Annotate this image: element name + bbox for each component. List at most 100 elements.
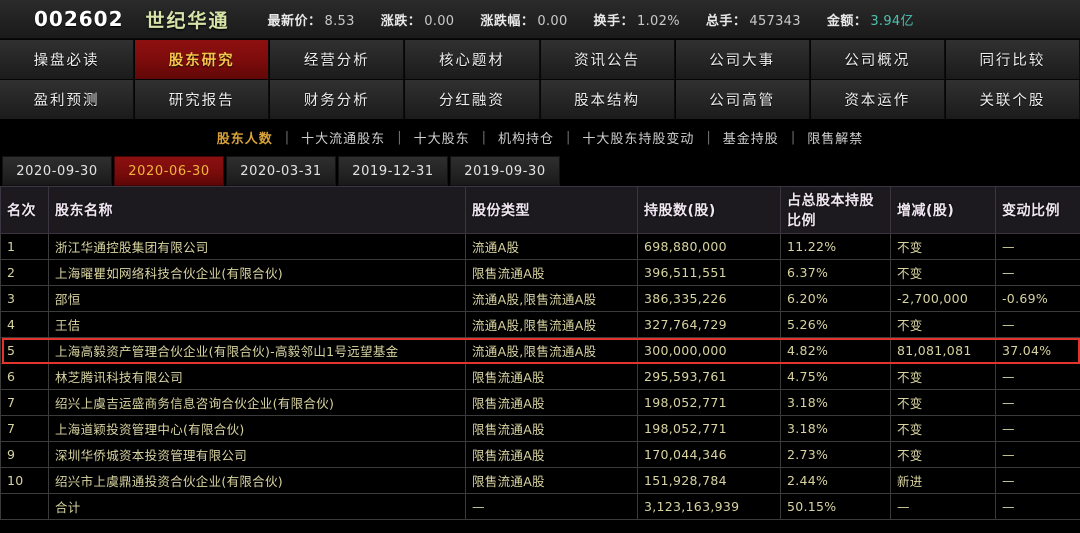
cell-pct: 11.22% <box>780 233 891 260</box>
cell-rank: 10 <box>0 467 49 494</box>
cell-rank: 2 <box>0 259 49 286</box>
sub-nav-item-3[interactable]: 机构持仓 <box>492 128 560 147</box>
table-row[interactable]: 5 上海高毅资产管理合伙企业(有限合伙)-高毅邻山1号远望基金 流通A股,限售流通A… <box>0 337 1080 364</box>
nav-item-5[interactable]: 公司大事 <box>675 40 810 79</box>
sub-nav-item-2[interactable]: 十大股东 <box>408 128 476 147</box>
cell-change: — <box>995 493 1080 520</box>
nav-item-1[interactable]: 股东研究 <box>135 40 270 79</box>
column-header-4[interactable]: 占总股本持股比例 <box>780 186 891 234</box>
table-row[interactable]: 10 绍兴市上虞鼎通投资合伙企业(有限合伙) 限售流通A股 151,928,784 2.… <box>0 467 1080 494</box>
cell-shares: 170,044,346 <box>637 441 781 468</box>
cell-rank: 7 <box>0 389 49 416</box>
date-tab-3[interactable]: 2019-12-31 <box>338 156 448 186</box>
cell-pct: 6.37% <box>780 259 891 286</box>
date-tab-0[interactable]: 2020-09-30 <box>2 156 112 186</box>
nav-item-0[interactable]: 操盘必读 <box>0 40 135 79</box>
cell-delta: 不变 <box>890 363 996 390</box>
cell-rank: 3 <box>0 285 49 312</box>
cell-change: — <box>995 389 1080 416</box>
cell-delta: 81,081,081 <box>890 337 996 364</box>
cell-pct: 6.20% <box>780 285 891 312</box>
quote-field: 涨跌幅： 0.00 <box>480 10 567 29</box>
table-row[interactable]: 合计 —3,123,163,939 50.15% — — <box>0 493 1080 520</box>
quote-fields: 最新价： 8.53 涨跌： 0.00 涨跌幅： 0.00 换手： 1.02% 总手： 457343… <box>256 10 1080 29</box>
table-row[interactable]: 7 上海道颖投资管理中心(有限合伙) 限售流通A股 198,052,771 3.18% 不… <box>0 415 1080 442</box>
cell-delta: — <box>890 493 996 520</box>
sub-nav-items: 股东人数 | 十大流通股东 | 十大股东 | 机构持仓 | 十大股东持股变动 | 基金持股 | 限售解禁 <box>211 128 869 147</box>
nav-item-7[interactable]: 同行比较 <box>945 40 1080 79</box>
cell-name: 王佶 <box>48 311 466 338</box>
cell-type: — <box>465 493 638 520</box>
table-row[interactable]: 6 林芝腾讯科技有限公司 限售流通A股 295,593,761 4.75% 不变 — <box>0 363 1080 390</box>
cell-change: -0.69% <box>995 285 1080 312</box>
cell-type: 限售流通A股 <box>465 415 638 442</box>
cell-pct: 4.75% <box>780 363 891 390</box>
cell-rank: 4 <box>0 311 49 338</box>
cell-type: 限售流通A股 <box>465 467 638 494</box>
nav-item-9[interactable]: 研究报告 <box>135 80 270 119</box>
cell-pct: 3.18% <box>780 415 891 442</box>
nav-item-15[interactable]: 关联个股 <box>945 80 1080 119</box>
cell-name: 绍兴上虞吉运盛商务信息咨询合伙企业(有限合伙) <box>48 389 466 416</box>
cell-pct: 50.15% <box>780 493 891 520</box>
report-date-tabs: 2020-09-30 2020-06-30 2020-03-31 2019-12-31… <box>0 156 1080 186</box>
table-row[interactable]: 3 邵恒 流通A股,限售流通A股 386,335,226 6.20% -2,700,000… <box>0 285 1080 312</box>
sub-nav-separator: | <box>790 130 796 145</box>
table-row[interactable]: 2 上海曜瞿如网络科技合伙企业(有限合伙) 限售流通A股 396,511,551 6.3… <box>0 259 1080 286</box>
column-header-2[interactable]: 股份类型 <box>465 186 638 234</box>
table-body: 1 浙江华通控股集团有限公司 流通A股 698,880,000 11.22% 不变 —2 上海… <box>0 233 1080 520</box>
cell-type: 流通A股,限售流通A股 <box>465 311 638 338</box>
quote-field-label: 涨跌幅： <box>480 13 535 29</box>
sub-nav-item-5[interactable]: 基金持股 <box>717 128 785 147</box>
column-header-6[interactable]: 变动比例 <box>995 186 1080 234</box>
cell-name: 浙江华通控股集团有限公司 <box>48 233 466 260</box>
nav-item-14[interactable]: 资本运作 <box>810 80 945 119</box>
nav-item-2[interactable]: 经营分析 <box>270 40 405 79</box>
cell-shares: 327,764,729 <box>637 311 781 338</box>
nav-item-13[interactable]: 公司高管 <box>675 80 810 119</box>
date-tab-4[interactable]: 2019-09-30 <box>450 156 560 186</box>
cell-type: 流通A股 <box>465 233 638 260</box>
cell-pct: 5.26% <box>780 311 891 338</box>
nav-item-11[interactable]: 分红融资 <box>405 80 540 119</box>
table-row[interactable]: 7 绍兴上虞吉运盛商务信息咨询合伙企业(有限合伙) 限售流通A股 198,052,77… <box>0 389 1080 416</box>
table-row[interactable]: 1 浙江华通控股集团有限公司 流通A股 698,880,000 11.22% 不变 — <box>0 233 1080 260</box>
cell-change: — <box>995 441 1080 468</box>
nav-item-3[interactable]: 核心题材 <box>405 40 540 79</box>
stock-research-page: 002602 世纪华通 最新价： 8.53 涨跌： 0.00 涨跌幅： 0.00 换手： 1.… <box>0 0 1080 533</box>
column-header-0[interactable]: 名次 <box>0 186 49 234</box>
nav-item-6[interactable]: 公司概况 <box>810 40 945 79</box>
cell-name: 邵恒 <box>48 285 466 312</box>
column-header-3[interactable]: 持股数(股) <box>637 186 781 234</box>
date-tab-1[interactable]: 2020-06-30 <box>114 156 224 186</box>
top-holders-table: 名次 股东名称 股份类型 持股数(股) 占总股本持股比例 增减(股) 变动比例 1 浙江华通控… <box>0 186 1080 520</box>
date-tab-2[interactable]: 2020-03-31 <box>226 156 336 186</box>
table-row[interactable]: 9 深圳华侨城资本投资管理有限公司 限售流通A股 170,044,346 2.73% 不变… <box>0 441 1080 468</box>
sub-nav-separator: | <box>566 130 571 145</box>
quote-field: 金额： 3.94亿 <box>827 10 914 29</box>
column-header-1[interactable]: 股东名称 <box>48 186 466 234</box>
quote-field: 总手： 457343 <box>706 10 801 29</box>
sub-nav-item-4[interactable]: 十大股东持股变动 <box>576 128 700 147</box>
nav-item-8[interactable]: 盈利预测 <box>0 80 135 119</box>
quote-field-label: 总手： <box>705 13 747 29</box>
cell-pct: 3.18% <box>780 389 891 416</box>
sub-nav-item-1[interactable]: 十大流通股东 <box>295 128 391 147</box>
nav-item-12[interactable]: 股本结构 <box>540 80 675 119</box>
column-header-5[interactable]: 增减(股) <box>890 186 996 234</box>
nav-item-10[interactable]: 财务分析 <box>270 80 405 119</box>
cell-delta: 不变 <box>890 233 996 260</box>
header-row: 名次 股东名称 股份类型 持股数(股) 占总股本持股比例 增减(股) 变动比例 <box>0 186 1080 234</box>
main-nav: 操盘必读 股东研究 经营分析 核心题材 资讯公告 公司大事 公司概况 同行比较盈利预测 研究报告… <box>0 39 1080 119</box>
nav-item-4[interactable]: 资讯公告 <box>540 40 675 79</box>
table-row[interactable]: 4 王佶 流通A股,限售流通A股 327,764,729 5.26% 不变 — <box>0 311 1080 338</box>
sub-nav-item-6[interactable]: 限售解禁 <box>801 128 869 147</box>
cell-pct: 2.44% <box>780 467 891 494</box>
cell-type: 流通A股,限售流通A股 <box>465 285 638 312</box>
cell-delta: 不变 <box>890 259 996 286</box>
quote-field-value: 457343 <box>749 13 801 29</box>
cell-shares: 396,511,551 <box>637 259 781 286</box>
sub-nav-item-0[interactable]: 股东人数 <box>211 128 279 147</box>
cell-shares: 386,335,226 <box>637 285 781 312</box>
cell-type: 限售流通A股 <box>465 259 638 286</box>
